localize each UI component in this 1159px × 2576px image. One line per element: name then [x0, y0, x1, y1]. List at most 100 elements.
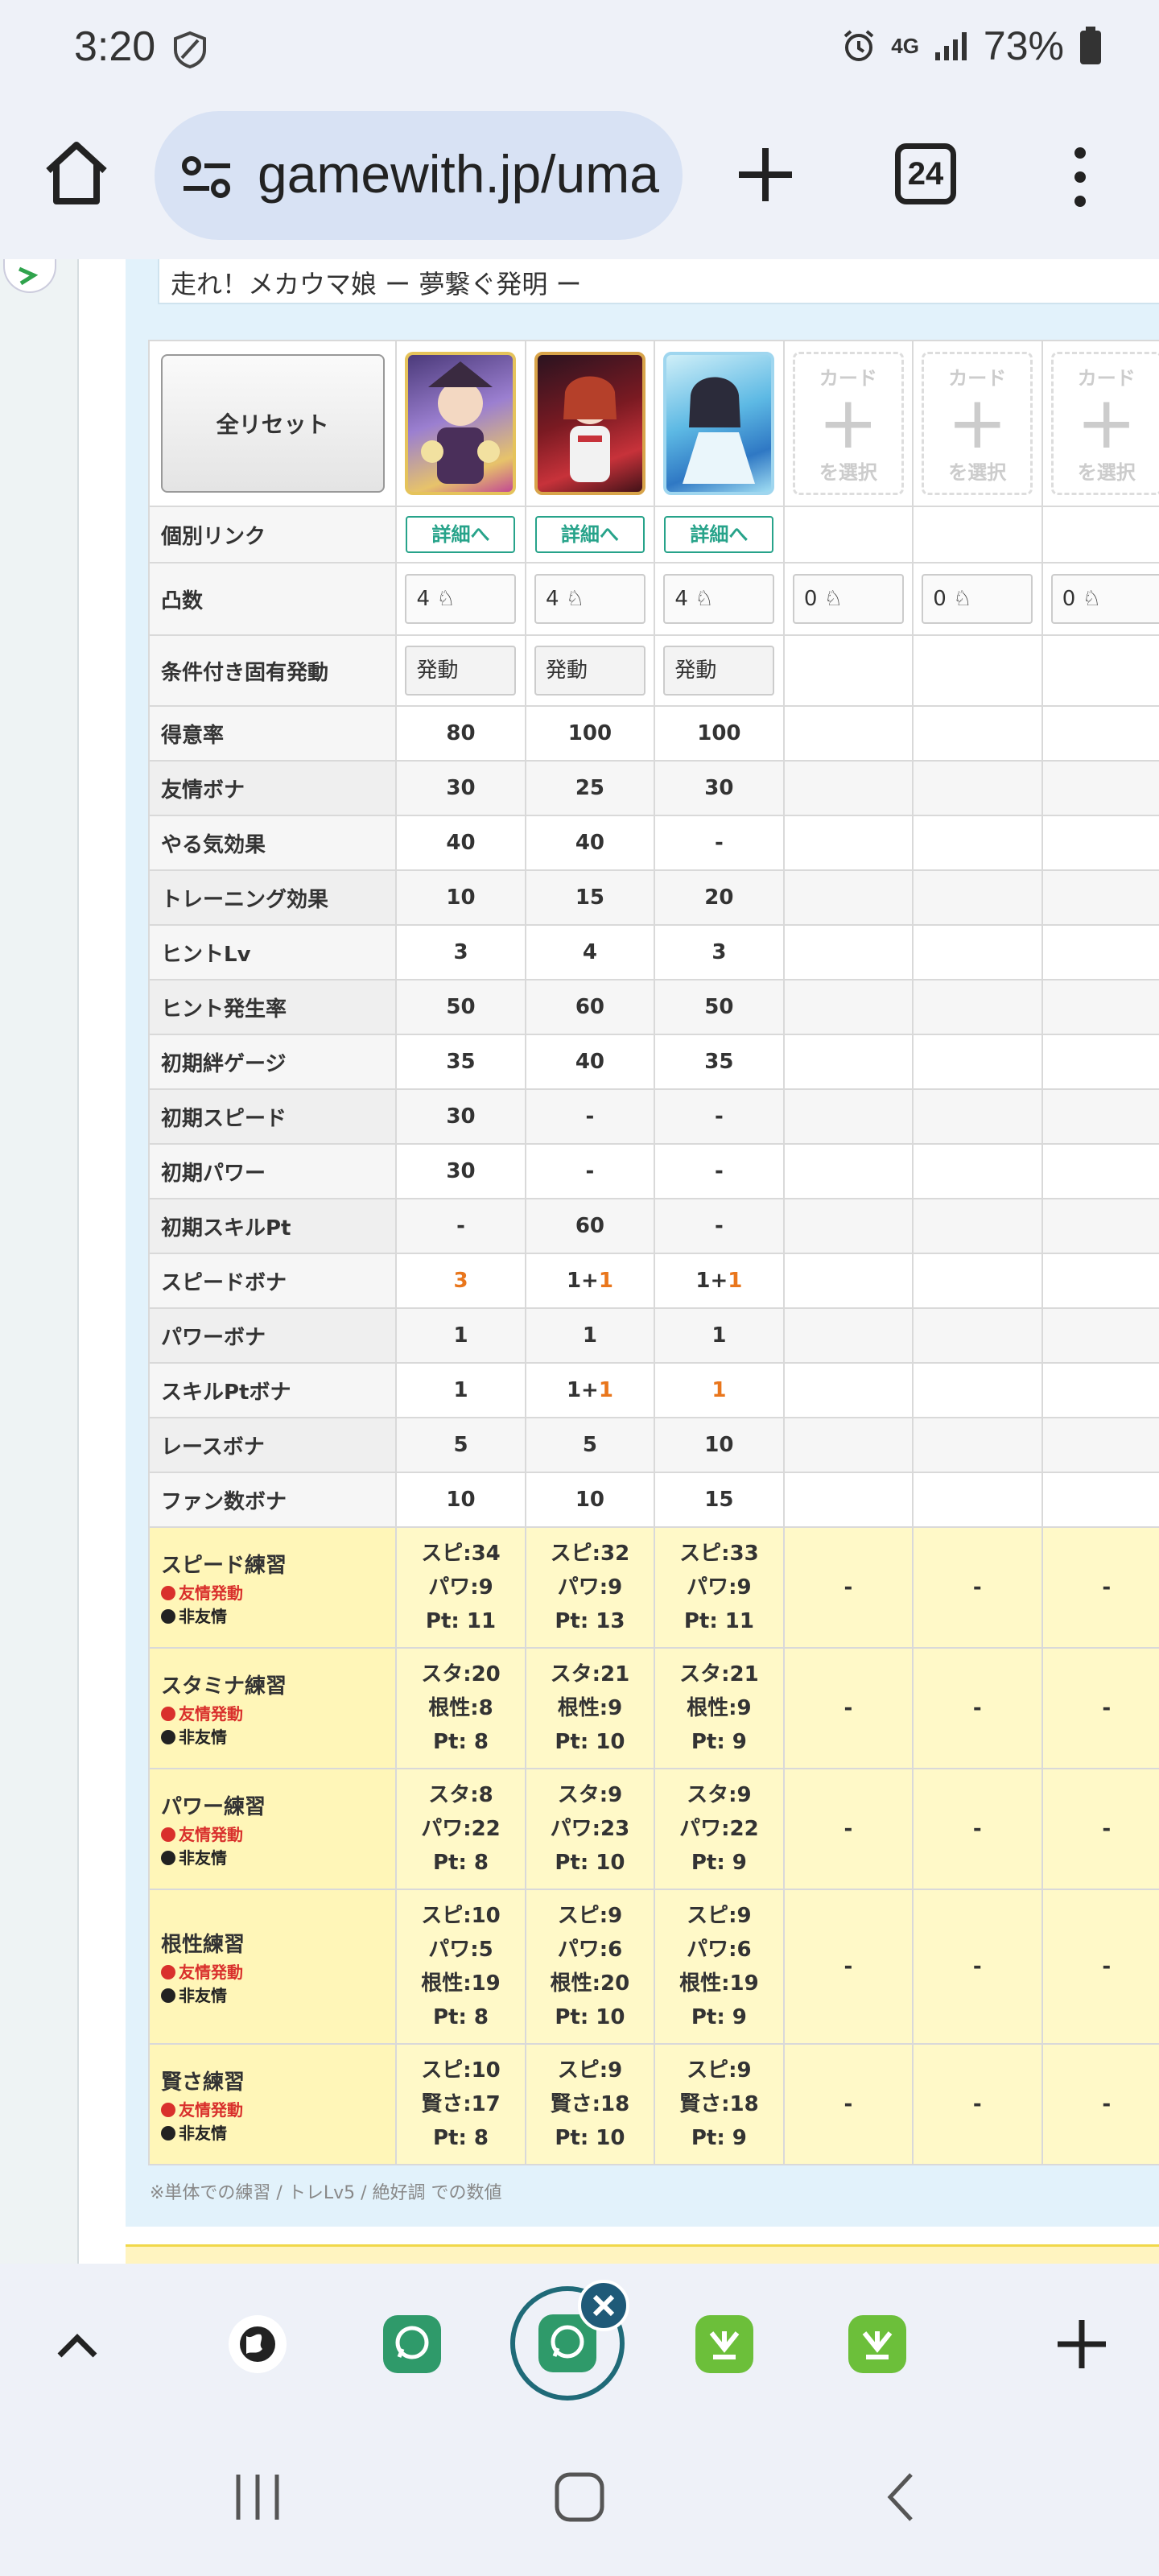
- detail-link-1[interactable]: 詳細へ: [406, 516, 516, 553]
- stat-value: 100: [654, 705, 785, 762]
- close-icon: [592, 2294, 615, 2317]
- limit-break-select-3[interactable]: 4 ♘: [663, 574, 775, 624]
- arrow-icon: [18, 266, 39, 286]
- back-icon[interactable]: [874, 2468, 932, 2526]
- download-icon: [862, 2331, 893, 2359]
- empty-card-slot-5[interactable]: カード + を選択: [922, 352, 1033, 495]
- training-name: スタミナ練習: [161, 1674, 287, 1699]
- training-row-power: パワー練習 友情発動 非友情 スタ:8 パワ:22 Pt: 8 スタ:9 パワ:23 P…: [147, 1768, 1159, 1890]
- limit-break-select-5[interactable]: 0 ♘: [922, 574, 1033, 624]
- training-values: スピ:9 賢さ:18 Pt: 9: [654, 2043, 785, 2165]
- alarm-icon: [843, 30, 874, 61]
- base-value: 1: [453, 1378, 468, 1402]
- limit-break-select-6[interactable]: 0 ♘: [1050, 574, 1159, 624]
- tab-globe[interactable]: [229, 2315, 287, 2373]
- stat-value: 10: [395, 869, 526, 926]
- card-image-3[interactable]: [663, 352, 775, 495]
- nonfriend-text: 非友情: [179, 1727, 227, 1747]
- plus-icon: +: [947, 381, 1008, 465]
- training-values: スピ:9 賢さ:18 Pt: 10: [524, 2043, 656, 2165]
- training-values: スピ:32 パワ:9 Pt: 13: [524, 1526, 656, 1649]
- site-settings-icon[interactable]: [180, 155, 233, 200]
- row-label: ヒントLv: [147, 924, 398, 980]
- stat-row: やる気効果 40 40-: [147, 815, 1159, 871]
- bonus-value: 1: [598, 1269, 613, 1293]
- row-label: 初期パワー: [147, 1143, 398, 1199]
- stat-value: 30: [395, 1143, 526, 1199]
- card-image-1[interactable]: [405, 352, 517, 495]
- empty-value: -: [912, 1526, 1043, 1649]
- stat-value: -: [654, 815, 785, 871]
- nonfriend-legend: 非友情: [161, 1845, 395, 1868]
- trigger-toggle-3[interactable]: 発動: [663, 646, 775, 696]
- black-dot-icon: [161, 1729, 175, 1744]
- stat-value: -: [654, 1088, 785, 1145]
- stat-value: 15: [654, 1472, 785, 1528]
- stat-value: 40: [395, 815, 526, 871]
- stat-value: 10: [524, 1472, 656, 1528]
- limit-break-select-1[interactable]: 4 ♘: [405, 574, 517, 624]
- limit-break-select-2[interactable]: 4 ♘: [534, 574, 645, 624]
- recents-icon[interactable]: [229, 2468, 287, 2526]
- training-label: 賢さ練習 友情発動 非友情: [147, 2043, 398, 2165]
- empty-value: -: [912, 2043, 1043, 2165]
- row-label: ヒント発生率: [147, 979, 398, 1035]
- stat-value: 3: [654, 924, 785, 980]
- stat-value: 3: [395, 924, 526, 980]
- training-name: 根性練習: [161, 1932, 245, 1957]
- training-row-stamina: スタミナ練習 友情発動 非友情 スタ:20 根性:8 Pt: 8 スタ:21 根性:9…: [147, 1647, 1159, 1769]
- detail-link-2[interactable]: 詳細へ: [534, 516, 645, 553]
- nonfriend-legend: 非友情: [161, 1983, 395, 2006]
- trigger-toggle-1[interactable]: 発動: [405, 646, 517, 696]
- address-bar[interactable]: gamewith.jp/uma: [155, 111, 683, 240]
- side-nav-button[interactable]: [3, 259, 56, 293]
- chevron-up-icon[interactable]: [53, 2330, 101, 2362]
- row-label: やる気効果: [147, 815, 398, 871]
- empty-value: -: [782, 1526, 914, 1649]
- limit-break-select-4[interactable]: 0 ♘: [792, 574, 904, 624]
- new-tab-icon[interactable]: [729, 138, 802, 211]
- detail-link-3[interactable]: 詳細へ: [664, 516, 774, 553]
- trigger-toggle-2[interactable]: 発動: [534, 646, 645, 696]
- status-time: 3:20: [74, 23, 156, 70]
- stat-row: パワーボナ 111: [147, 1307, 1159, 1364]
- reset-all-button[interactable]: 全リセット: [160, 354, 385, 493]
- add-tab-icon[interactable]: [1051, 2314, 1112, 2375]
- network-type: 4G: [891, 34, 919, 58]
- training-label: パワー練習 友情発動 非友情: [147, 1768, 398, 1890]
- training-row-speed: スピード練習 友情発動 非友情 スピ:34 パワ:9 Pt: 11 スピ:32 パワ:…: [147, 1526, 1159, 1649]
- empty-card-slot-4[interactable]: カード + を選択: [792, 352, 904, 495]
- tab-whatsapp-1[interactable]: [383, 2315, 441, 2373]
- empty-value: -: [1041, 1647, 1159, 1769]
- limit-value: 0: [1062, 587, 1076, 611]
- stat-value: 40: [524, 815, 656, 871]
- bonus-value: 1: [711, 1378, 727, 1402]
- stat-value: 30: [654, 760, 785, 816]
- home-nav-icon[interactable]: [551, 2468, 608, 2526]
- home-icon[interactable]: [40, 137, 113, 209]
- limit-value: 0: [803, 587, 818, 611]
- tab-switcher-button[interactable]: 24: [895, 143, 956, 204]
- black-dot-icon: [161, 2125, 175, 2140]
- stat-value: 35: [395, 1034, 526, 1090]
- empty-card-slot-6[interactable]: カード + を選択: [1050, 352, 1159, 495]
- card-image-2[interactable]: [534, 352, 645, 495]
- stat-value: 20: [654, 869, 785, 926]
- row-label: 初期スキルPt: [147, 1198, 398, 1254]
- limit-break-row: 凸数 4 ♘ 4 ♘ 4 ♘ 0 ♘ 0 ♘ 0 ♘: [147, 562, 1159, 636]
- training-values: スタ:9 パワ:22 Pt: 9: [654, 1768, 785, 1890]
- tab-gamewith-1[interactable]: [695, 2315, 753, 2373]
- training-values: スピ:10 賢さ:17 Pt: 8: [395, 2043, 526, 2165]
- url-text: gamewith.jp/uma: [258, 144, 659, 204]
- stat-row: スピードボナ 3 1+1 1+1: [147, 1253, 1159, 1309]
- status-indicators: 4G 73%: [841, 23, 1103, 69]
- training-values: スタ:21 根性:9 Pt: 10: [524, 1647, 656, 1769]
- friend-legend: 友情発動: [161, 1701, 395, 1724]
- character-portrait: [421, 361, 501, 484]
- left-gutter: [0, 259, 79, 2264]
- close-tab-button[interactable]: [578, 2280, 629, 2331]
- stat-value: -: [654, 1143, 785, 1199]
- empty-value: -: [912, 1647, 1043, 1769]
- more-menu-icon[interactable]: [1064, 145, 1096, 209]
- tab-gamewith-2[interactable]: [848, 2315, 906, 2373]
